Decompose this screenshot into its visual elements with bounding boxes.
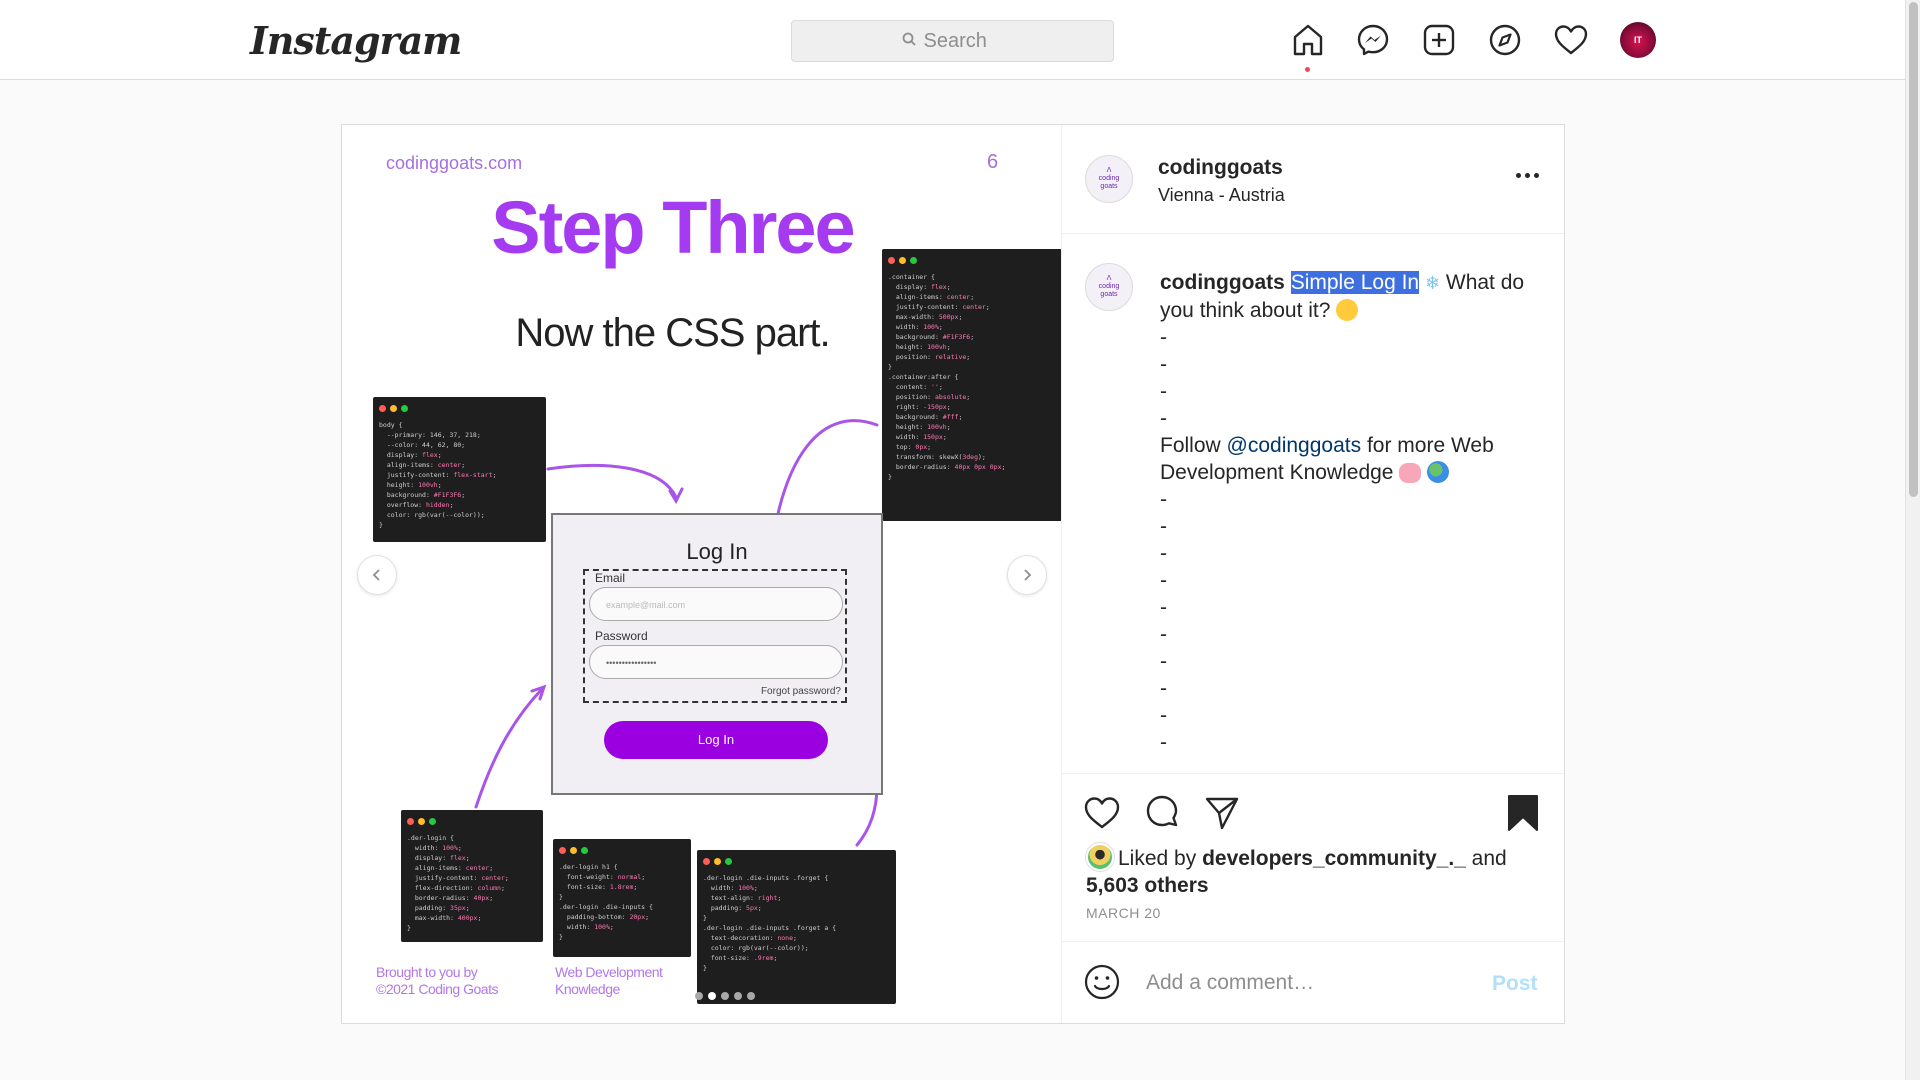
- post-comment-button[interactable]: Post: [1492, 972, 1538, 996]
- globe-emoji-icon: [1427, 461, 1450, 483]
- mention-link[interactable]: @codinggoats: [1227, 434, 1362, 457]
- likes-count[interactable]: 5,603 others: [1086, 874, 1209, 897]
- caption-dash: -: [1160, 542, 1167, 565]
- caption-dash: -: [1160, 515, 1167, 538]
- post-card: codinggoats.com 6 Step Three Now the CSS…: [341, 124, 1565, 1024]
- emoji-smiley-icon[interactable]: [1082, 962, 1122, 1002]
- carousel-dot-active: [708, 992, 716, 1000]
- mockup-email-field: example@mail.com: [589, 587, 843, 621]
- liker-username[interactable]: developers_community_._: [1202, 847, 1466, 870]
- caption-dash: -: [1160, 488, 1167, 511]
- caption-section: ᐱ coding goats codinggoats Simple Log In ❄…: [1062, 235, 1564, 775]
- brain-emoji-icon: [1399, 463, 1422, 483]
- new-post-icon[interactable]: [1421, 22, 1457, 58]
- more-options-button[interactable]: [1511, 165, 1543, 185]
- caption-dash: -: [1160, 353, 1167, 376]
- search-box[interactable]: [791, 20, 1114, 62]
- caption-username[interactable]: codinggoats: [1160, 271, 1285, 294]
- login-mockup-graphic: Log In Email example@mail.com Password •…: [551, 513, 883, 795]
- caption-dash: -: [1160, 569, 1167, 592]
- home-icon[interactable]: [1290, 22, 1326, 58]
- activity-heart-icon[interactable]: [1553, 22, 1589, 58]
- search-input[interactable]: [923, 29, 1004, 53]
- post-side-panel: ᐱ coding goats codinggoats Vienna - Austri…: [1062, 125, 1564, 1023]
- like-heart-icon[interactable]: [1082, 793, 1122, 833]
- mockup-forgot-link: Forgot password?: [760, 686, 841, 697]
- caption-dash: -: [1160, 596, 1167, 619]
- saved-bookmark-icon[interactable]: [1503, 793, 1543, 833]
- caption-dash: -: [1160, 704, 1167, 727]
- notification-dot: [1305, 67, 1310, 72]
- carousel-dot: [734, 992, 742, 1000]
- author-username[interactable]: codinggoats: [1158, 156, 1283, 180]
- post-location[interactable]: Vienna - Austria: [1158, 185, 1285, 206]
- comment-input[interactable]: [1146, 968, 1476, 998]
- post-date[interactable]: MARCH 20: [1086, 905, 1161, 921]
- chevron-left-icon: [372, 569, 380, 581]
- caption-text: codinggoats Simple Log In ❄ What do you …: [1160, 269, 1540, 756]
- carousel-prev-button[interactable]: [357, 555, 397, 595]
- mockup-login-button: Log In: [604, 721, 828, 759]
- caption-dash: -: [1160, 677, 1167, 700]
- thinking-emoji-icon: [1336, 299, 1359, 321]
- explore-icon[interactable]: [1487, 22, 1523, 58]
- caption-dash: -: [1160, 731, 1167, 754]
- instagram-logo[interactable]: Instagram: [250, 18, 462, 63]
- mockup-email-label: Email: [595, 571, 626, 585]
- caption-dash: -: [1160, 380, 1167, 403]
- caption-highlighted-text: Simple Log In: [1290, 271, 1420, 294]
- avatar-text: IT: [1634, 35, 1642, 45]
- caption-follow-line: Follow @codinggoats for more Web Develop…: [1160, 434, 1494, 484]
- liker-avatar[interactable]: [1086, 843, 1114, 871]
- scrollbar-thumb[interactable]: [1909, 2, 1918, 497]
- slide-credit-left: Brought to you by ©2021 Coding Goats: [376, 964, 498, 997]
- search-icon: [902, 32, 916, 51]
- mockup-input-group: Email example@mail.com Password ••••••••…: [583, 569, 847, 703]
- caption-avatar[interactable]: ᐱ coding goats: [1085, 263, 1133, 311]
- caption-dash: -: [1160, 326, 1167, 349]
- mockup-password-field: ••••••••••••••••: [589, 645, 843, 679]
- carousel-dot: [747, 992, 755, 1000]
- likes-summary: Liked by developers_community_._ and 5,6…: [1086, 843, 1536, 899]
- carousel-indicator: [695, 992, 755, 1000]
- share-send-icon[interactable]: [1202, 793, 1242, 833]
- comment-icon[interactable]: [1142, 793, 1182, 833]
- messenger-icon[interactable]: [1355, 22, 1391, 58]
- snowflake-emoji-icon: ❄: [1424, 273, 1441, 293]
- carousel-dot: [695, 992, 703, 1000]
- post-media: codinggoats.com 6 Step Three Now the CSS…: [342, 125, 1062, 1023]
- add-comment-bar: Post: [1062, 941, 1564, 1023]
- caption-dash: -: [1160, 650, 1167, 673]
- caption-dash: -: [1160, 623, 1167, 646]
- page-scrollbar[interactable]: [1905, 0, 1920, 1080]
- caption-dash: -: [1160, 407, 1167, 430]
- chevron-right-icon: [1024, 569, 1032, 581]
- mockup-title: Log In: [686, 539, 748, 564]
- author-avatar[interactable]: ᐱ coding goats: [1085, 155, 1133, 203]
- post-header: ᐱ coding goats codinggoats Vienna - Austri…: [1062, 125, 1564, 234]
- carousel-next-button[interactable]: [1007, 555, 1047, 595]
- slide-credit-right: Web Development Knowledge: [555, 964, 663, 997]
- top-navigation-bar: Instagram IT: [0, 0, 1905, 80]
- profile-avatar[interactable]: IT: [1620, 22, 1656, 58]
- mockup-password-label: Password: [595, 629, 648, 643]
- carousel-dot: [721, 992, 729, 1000]
